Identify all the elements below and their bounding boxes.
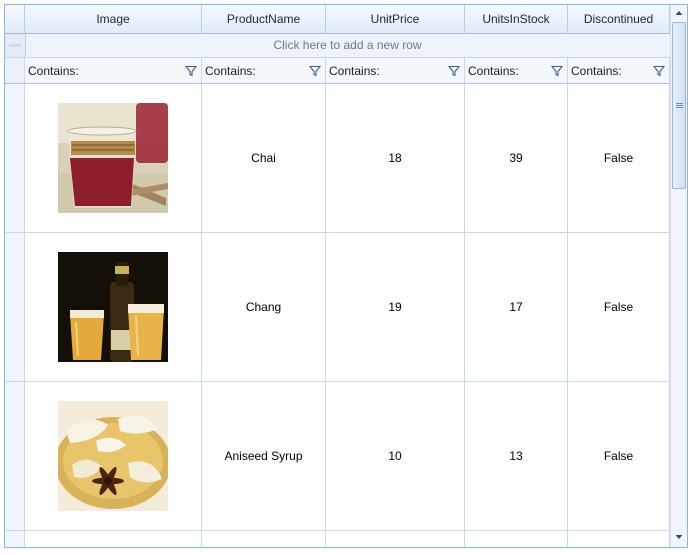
table-cell-image[interactable] bbox=[25, 531, 202, 547]
add-new-row[interactable]: Click here to add a new row bbox=[5, 34, 670, 58]
table-cell-unitsinstock[interactable]: 13 bbox=[465, 382, 568, 531]
cell-text: False bbox=[603, 449, 634, 463]
table-cell-unitprice[interactable]: 10 bbox=[326, 382, 465, 531]
column-header-image[interactable]: Image bbox=[25, 5, 202, 34]
table-cell-productname[interactable]: Chai bbox=[202, 84, 326, 233]
row-indicator[interactable] bbox=[5, 531, 25, 547]
table-cell-image[interactable] bbox=[25, 84, 202, 233]
filter-cell-discontinued[interactable]: Contains: bbox=[568, 58, 670, 84]
table-cell-productname[interactable]: Aniseed Syrup bbox=[202, 382, 326, 531]
row-indicator-header bbox=[5, 5, 25, 34]
chang-beer-glasses-image bbox=[58, 252, 168, 362]
filter-icon[interactable] bbox=[309, 65, 321, 77]
cell-text: 19 bbox=[388, 300, 402, 314]
cell-text: 13 bbox=[509, 449, 523, 463]
aniseed-syrup-bowl-image bbox=[58, 401, 168, 511]
add-new-row-label: Click here to add a new row bbox=[273, 38, 422, 52]
table-cell-discontinued[interactable]: False bbox=[568, 84, 670, 233]
table-cell-image[interactable] bbox=[25, 233, 202, 382]
filter-cell-productname[interactable]: Contains: bbox=[202, 58, 326, 84]
thumb-grip bbox=[676, 103, 683, 104]
filter-label: Contains: bbox=[28, 64, 79, 78]
table-cell-unitsinstock[interactable]: 39 bbox=[465, 84, 568, 233]
filter-row-indicator bbox=[5, 58, 25, 84]
filter-cell-unitsinstock[interactable]: Contains: bbox=[465, 58, 568, 84]
table-cell-unitsinstock[interactable] bbox=[465, 531, 568, 547]
table-cell-productname[interactable] bbox=[202, 531, 326, 547]
cell-text: 10 bbox=[388, 449, 402, 463]
filter-label: Contains: bbox=[571, 64, 622, 78]
cell-text: False bbox=[603, 151, 634, 165]
filter-cell-image[interactable]: Contains: bbox=[25, 58, 202, 84]
scrollbar-thumb[interactable] bbox=[672, 22, 686, 189]
table-cell-image[interactable] bbox=[25, 382, 202, 531]
filter-cell-unitprice[interactable]: Contains: bbox=[326, 58, 465, 84]
row-indicator[interactable] bbox=[5, 382, 25, 531]
filter-icon[interactable] bbox=[448, 65, 460, 77]
new-row-indicator bbox=[5, 34, 26, 57]
table-cell-unitsinstock[interactable]: 17 bbox=[465, 233, 568, 382]
scroll-down-icon[interactable] bbox=[671, 529, 687, 545]
column-header-unitprice[interactable]: UnitPrice bbox=[326, 5, 465, 34]
table-cell-discontinued[interactable]: False bbox=[568, 382, 670, 531]
filter-icon[interactable] bbox=[551, 65, 563, 77]
filter-label: Contains: bbox=[329, 64, 380, 78]
cell-text: 39 bbox=[509, 151, 523, 165]
chai-tea-glass-image bbox=[58, 103, 168, 213]
table-cell-unitprice[interactable]: 19 bbox=[326, 233, 465, 382]
table-cell-productname[interactable]: Chang bbox=[202, 233, 326, 382]
cell-text: Aniseed Syrup bbox=[224, 449, 303, 463]
cell-text: False bbox=[603, 300, 634, 314]
scroll-up-icon[interactable] bbox=[671, 5, 687, 21]
filter-icon[interactable] bbox=[185, 65, 197, 77]
cell-text: 18 bbox=[388, 151, 402, 165]
thumb-grip bbox=[676, 107, 683, 108]
column-header-unitsinstock[interactable]: UnitsInStock bbox=[465, 5, 568, 34]
filter-icon[interactable] bbox=[653, 65, 665, 77]
column-header-discontinued[interactable]: Discontinued bbox=[568, 5, 670, 34]
filter-label: Contains: bbox=[468, 64, 519, 78]
thumb-grip bbox=[676, 105, 683, 106]
cell-text: 17 bbox=[509, 300, 523, 314]
table-cell-discontinued[interactable]: False bbox=[568, 233, 670, 382]
column-header-productname[interactable]: ProductName bbox=[202, 5, 326, 34]
table-cell-unitprice[interactable] bbox=[326, 531, 465, 547]
table-cell-unitprice[interactable]: 18 bbox=[326, 84, 465, 233]
cell-text: Chang bbox=[245, 300, 282, 314]
products-grid: Image ProductName UnitPrice UnitsInStock… bbox=[4, 4, 688, 548]
cell-text: Chai bbox=[251, 151, 276, 165]
filter-label: Contains: bbox=[205, 64, 256, 78]
vertical-scrollbar[interactable] bbox=[670, 5, 687, 547]
table-cell-discontinued[interactable] bbox=[568, 531, 670, 547]
row-indicator[interactable] bbox=[5, 233, 25, 382]
row-indicator[interactable] bbox=[5, 84, 25, 233]
